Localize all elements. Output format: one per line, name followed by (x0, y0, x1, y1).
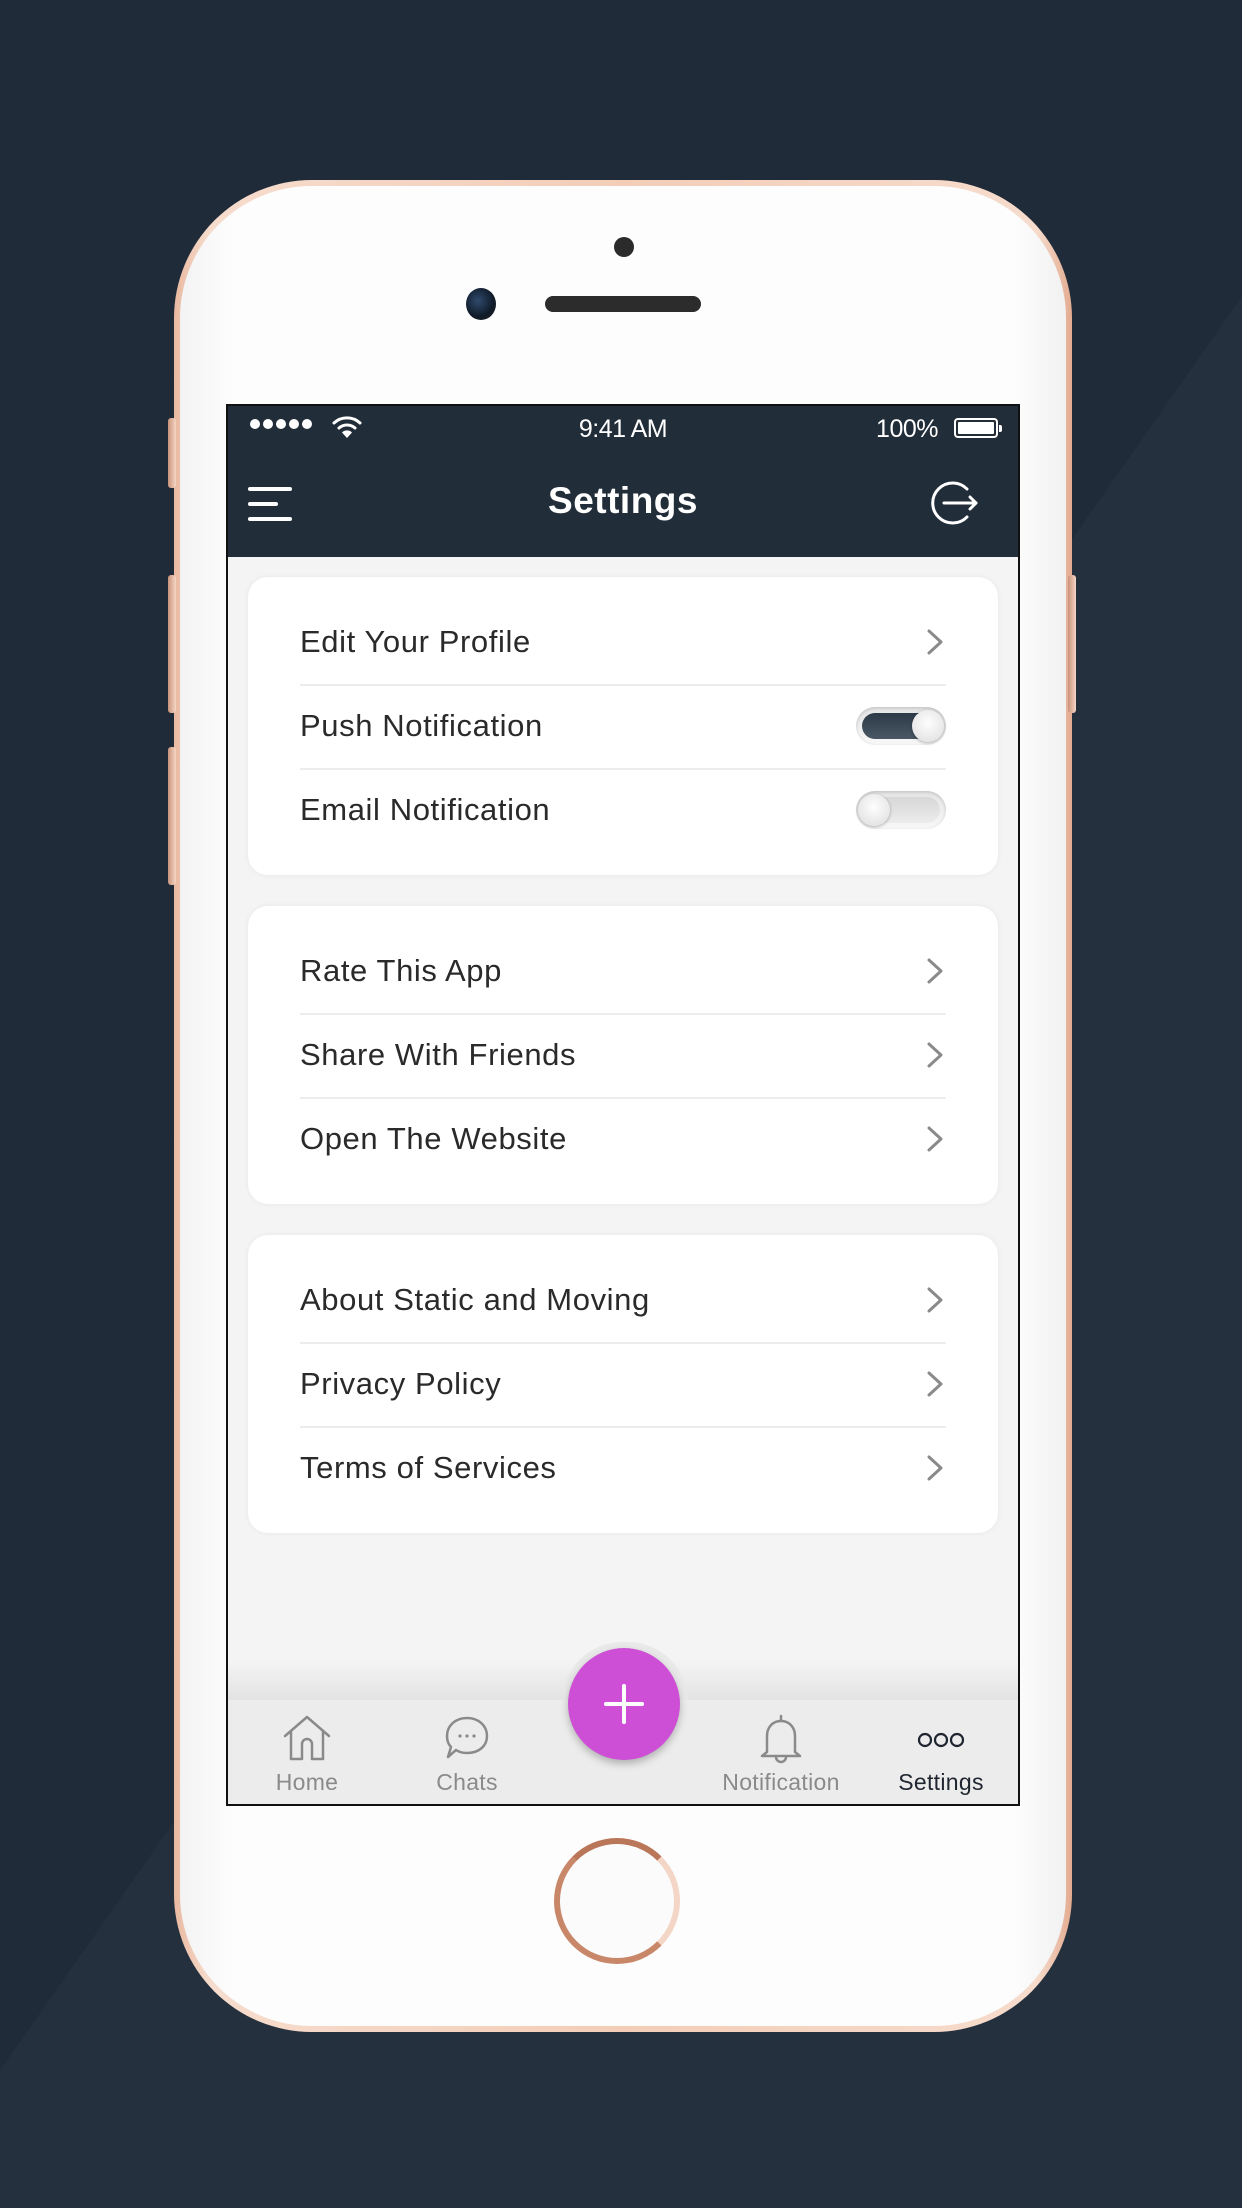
page-title: Settings (548, 480, 698, 521)
logout-icon[interactable] (930, 480, 980, 526)
chevron-right-icon (927, 958, 943, 984)
chevron-right-icon (927, 1042, 943, 1068)
row-label: Privacy Policy (300, 1366, 502, 1401)
share-with-friends-row[interactable]: Share With Friends (300, 1013, 946, 1097)
tab-label: Home (275, 1769, 339, 1795)
row-label: Terms of Services (300, 1450, 557, 1485)
chat-bubble-icon (445, 1716, 489, 1759)
row-label: Email Notification (300, 792, 551, 827)
plus-icon (604, 1684, 644, 1724)
open-website-row[interactable]: Open The Website (300, 1097, 946, 1181)
tab-notification[interactable]: Notification (706, 1700, 856, 1804)
tab-label: Notification (722, 1769, 840, 1795)
privacy-policy-row[interactable]: Privacy Policy (300, 1342, 946, 1426)
email-notification-row: Email Notification (300, 768, 946, 852)
home-button[interactable] (554, 1838, 680, 1964)
push-notification-toggle[interactable] (856, 707, 946, 745)
edit-profile-row[interactable]: Edit Your Profile (300, 600, 946, 684)
row-label: Rate This App (300, 953, 502, 988)
tab-home[interactable]: Home (232, 1700, 382, 1804)
tab-settings[interactable]: Settings (866, 1700, 1016, 1804)
status-bar: 9:41 AM 100% (228, 406, 1018, 451)
row-label: Share With Friends (300, 1037, 577, 1072)
battery-icon (954, 418, 1002, 438)
bell-icon (760, 1714, 802, 1764)
proximity-sensor (614, 237, 634, 257)
settings-group-share: Rate This App Share With Friends Open Th… (248, 906, 998, 1204)
tab-label: Settings (898, 1769, 984, 1795)
power-button (1068, 575, 1076, 713)
chevron-right-icon (927, 1126, 943, 1152)
push-notification-row: Push Notification (300, 684, 946, 768)
battery-percentage: 100% (876, 415, 938, 443)
about-row[interactable]: About Static and Moving (300, 1258, 946, 1342)
earpiece-speaker (545, 296, 701, 312)
row-label: Edit Your Profile (300, 624, 531, 659)
chevron-right-icon (927, 1371, 943, 1397)
chevron-right-icon (927, 629, 943, 655)
email-notification-toggle[interactable] (856, 791, 946, 829)
row-label: Push Notification (300, 708, 543, 743)
tab-label: Chats (436, 1769, 498, 1795)
settings-group-account: Edit Your Profile Push Notification Emai… (248, 577, 998, 875)
home-icon (283, 1715, 331, 1761)
tab-chats[interactable]: Chats (392, 1700, 542, 1804)
volume-up-button (168, 575, 176, 713)
chevron-right-icon (927, 1287, 943, 1313)
row-label: About Static and Moving (300, 1282, 650, 1317)
rate-app-row[interactable]: Rate This App (300, 929, 946, 1013)
add-button[interactable] (568, 1648, 680, 1760)
volume-down-button (168, 747, 176, 885)
mute-switch (168, 418, 176, 488)
front-camera (466, 288, 496, 320)
navigation-bar: Settings (228, 450, 1018, 557)
more-dots-icon (917, 1732, 965, 1748)
terms-of-services-row[interactable]: Terms of Services (300, 1426, 946, 1510)
settings-group-about: About Static and Moving Privacy Policy T… (248, 1235, 998, 1533)
app-screen: 9:41 AM 100% Settings Edit Your Profile … (226, 404, 1020, 1806)
row-label: Open The Website (300, 1121, 567, 1156)
chevron-right-icon (927, 1455, 943, 1481)
